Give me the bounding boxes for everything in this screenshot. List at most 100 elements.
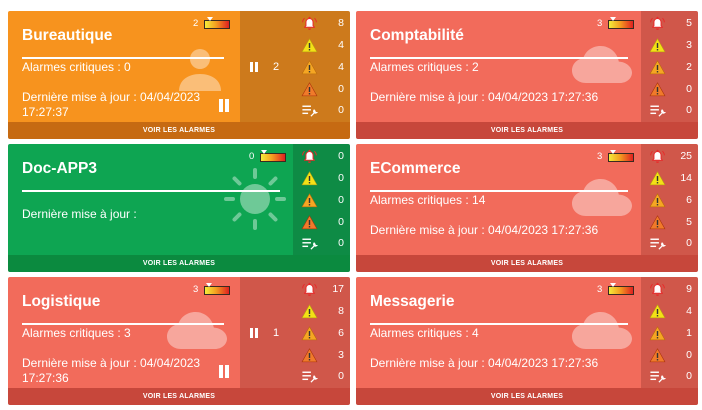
view-alarms-button[interactable]: VOIR LES ALARMES (356, 388, 698, 405)
bell-count: 25 (680, 150, 692, 162)
critical-alarms-label: Alarmes critiques : 2 (370, 60, 479, 74)
warning-yellow-count: 0 (338, 172, 344, 184)
bell-count: 8 (338, 17, 344, 29)
application-tile-ecommerce[interactable]: ECommerce 3 Alarmes critiques : 14 Derni… (356, 144, 698, 272)
maintenance-icon (649, 102, 666, 119)
count-row-bell[interactable]: 25 (641, 146, 698, 167)
warning-orange-icon (649, 192, 666, 209)
warning-yellow-count: 8 (338, 305, 344, 317)
view-alarms-button[interactable]: VOIR LES ALARMES (356, 255, 698, 272)
critical-alarms-label: Alarmes critiques : 4 (370, 326, 479, 340)
count-row-warning-red[interactable]: 3 (293, 345, 350, 366)
view-alarms-button[interactable]: VOIR LES ALARMES (356, 122, 698, 139)
tile-title: ECommerce (370, 160, 461, 177)
warning-orange-count: 6 (686, 194, 692, 206)
count-row-warning-red[interactable]: 0 (293, 79, 350, 100)
tile-title: Bureautique (22, 27, 113, 44)
pause-icon (250, 62, 259, 73)
warning-orange-icon (301, 59, 318, 76)
paused-indicator[interactable]: 1 (250, 327, 279, 339)
view-alarms-button[interactable]: VOIR LES ALARMES (8, 255, 350, 272)
cloud-icon (570, 178, 634, 218)
count-row-warning-orange[interactable]: 4 (293, 57, 350, 78)
last-update-label: Dernière mise à jour : 04/04/2023 17:27:… (370, 356, 599, 370)
warning-yellow-count: 3 (686, 39, 692, 51)
bell-icon (301, 15, 318, 32)
warning-yellow-icon (649, 37, 666, 54)
maintenance-count: 0 (686, 370, 692, 382)
pause-icon (250, 328, 259, 339)
count-row-bell[interactable]: 17 (293, 279, 350, 300)
tile-main[interactable]: Bureautique 2 Alarmes critiques : 0 Dern… (8, 11, 240, 122)
view-alarms-button[interactable]: VOIR LES ALARMES (8, 388, 350, 405)
last-update-label: Dernière mise à jour : 04/04/2023 17:27:… (370, 223, 599, 237)
count-row-warning-red[interactable]: 0 (641, 79, 698, 100)
alarm-counts-column: 5 3 2 0 0 (641, 11, 698, 122)
warning-orange-icon (301, 192, 318, 209)
application-tile-doc-app3[interactable]: Doc-APP3 0 Dernière mise à jour : 0 0 0 … (8, 144, 350, 272)
tile-main[interactable]: Doc-APP3 0 Dernière mise à jour : (8, 144, 293, 255)
critical-alarms-label: Alarmes critiques : 0 (22, 60, 131, 74)
warning-red-icon (649, 81, 666, 98)
count-row-warning-red[interactable]: 0 (293, 212, 350, 233)
count-row-maintenance[interactable]: 0 (641, 233, 698, 254)
count-row-bell[interactable]: 5 (641, 13, 698, 34)
gauge-value: 3 (597, 284, 603, 295)
warning-yellow-icon (301, 303, 318, 320)
warning-orange-count: 6 (338, 327, 344, 339)
view-alarms-button[interactable]: VOIR LES ALARMES (8, 122, 350, 139)
tile-title: Doc-APP3 (22, 160, 97, 177)
count-row-bell[interactable]: 9 (641, 279, 698, 300)
alarm-counts-column: 9 4 1 0 0 (641, 277, 698, 388)
application-tile-bureautique[interactable]: Bureautique 2 Alarmes critiques : 0 Dern… (8, 11, 350, 139)
maintenance-icon (301, 368, 318, 385)
tile-main[interactable]: Logistique 3 Alarmes critiques : 3 Derni… (8, 277, 240, 388)
maintenance-count: 0 (338, 104, 344, 116)
pause-icon[interactable] (219, 365, 229, 378)
application-tile-comptabilite[interactable]: Comptabilité 3 Alarmes critiques : 2 Der… (356, 11, 698, 139)
alarm-counts-column: 0 0 0 0 0 (293, 144, 350, 255)
warning-red-count: 0 (338, 216, 344, 228)
count-row-warning-red[interactable]: 5 (641, 212, 698, 233)
count-row-warning-red[interactable]: 0 (641, 345, 698, 366)
application-tile-logistique[interactable]: Logistique 3 Alarmes critiques : 3 Derni… (8, 277, 350, 405)
count-row-warning-orange[interactable]: 6 (641, 190, 698, 211)
maintenance-icon (649, 235, 666, 252)
cloud-icon (570, 45, 634, 85)
tile-main[interactable]: Messagerie 3 Alarmes critiques : 4 Derni… (356, 277, 641, 388)
warning-red-count: 0 (686, 349, 692, 361)
count-row-maintenance[interactable]: 0 (293, 366, 350, 387)
count-row-warning-orange[interactable]: 6 (293, 323, 350, 344)
count-row-warning-yellow[interactable]: 4 (293, 35, 350, 56)
count-row-warning-yellow[interactable]: 0 (293, 168, 350, 189)
count-row-maintenance[interactable]: 0 (293, 100, 350, 121)
warning-orange-icon (649, 59, 666, 76)
tile-title: Messagerie (370, 293, 455, 310)
application-tile-messagerie[interactable]: Messagerie 3 Alarmes critiques : 4 Derni… (356, 277, 698, 405)
maintenance-count: 0 (686, 104, 692, 116)
paused-indicator[interactable]: 2 (250, 61, 279, 73)
count-row-bell[interactable]: 0 (293, 146, 350, 167)
warning-orange-icon (301, 325, 318, 342)
count-row-bell[interactable]: 8 (293, 13, 350, 34)
count-row-warning-yellow[interactable]: 4 (641, 301, 698, 322)
count-row-warning-orange[interactable]: 0 (293, 190, 350, 211)
pause-icon[interactable] (219, 99, 229, 112)
warning-red-icon (301, 347, 318, 364)
count-row-maintenance[interactable]: 0 (641, 366, 698, 387)
bell-icon (649, 148, 666, 165)
tile-title: Comptabilité (370, 27, 464, 44)
count-row-warning-yellow[interactable]: 14 (641, 168, 698, 189)
tile-main[interactable]: Comptabilité 3 Alarmes critiques : 2 Der… (356, 11, 641, 122)
count-row-warning-orange[interactable]: 2 (641, 57, 698, 78)
count-row-warning-yellow[interactable]: 8 (293, 301, 350, 322)
paused-count: 1 (273, 327, 280, 340)
count-row-maintenance[interactable]: 0 (293, 233, 350, 254)
count-row-warning-orange[interactable]: 1 (641, 323, 698, 344)
last-update-label: Dernière mise à jour : 04/04/2023 17:27:… (22, 90, 201, 119)
gauge-value: 3 (597, 151, 603, 162)
count-row-warning-yellow[interactable]: 3 (641, 35, 698, 56)
tile-main[interactable]: ECommerce 3 Alarmes critiques : 14 Derni… (356, 144, 641, 255)
count-row-maintenance[interactable]: 0 (641, 100, 698, 121)
warning-orange-icon (649, 325, 666, 342)
